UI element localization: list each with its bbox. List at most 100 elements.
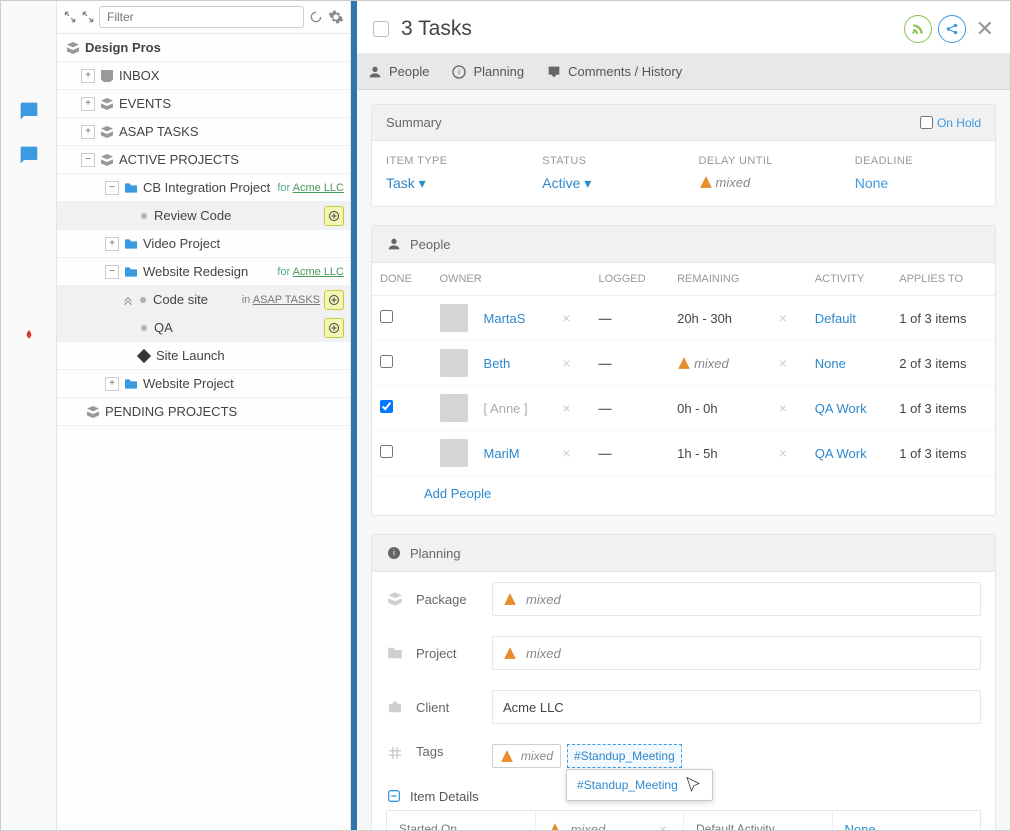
collapse-in-icon[interactable] bbox=[63, 10, 77, 24]
package-field[interactable]: mixed bbox=[492, 582, 981, 616]
client-link[interactable]: Acme LLC bbox=[293, 266, 344, 278]
remaining-value[interactable]: 0h - 0h bbox=[669, 386, 767, 431]
activity-value[interactable]: QA Work bbox=[807, 431, 891, 476]
tree-pending[interactable]: PENDING PROJECTS bbox=[57, 398, 350, 426]
owner-name[interactable]: MartaS bbox=[476, 296, 551, 341]
share-button[interactable] bbox=[938, 15, 966, 43]
remove-owner[interactable]: × bbox=[558, 400, 574, 416]
remaining-value[interactable]: 1h - 5h bbox=[669, 431, 767, 476]
expander[interactable]: − bbox=[105, 181, 119, 195]
owner-name[interactable]: Beth bbox=[476, 341, 551, 386]
rss-button[interactable] bbox=[904, 15, 932, 43]
expander[interactable]: − bbox=[81, 153, 95, 167]
gear-icon[interactable] bbox=[328, 9, 344, 25]
tree-review-code[interactable]: Review Code bbox=[57, 202, 350, 230]
applies-to-value: 2 of 3 items bbox=[891, 341, 995, 386]
tab-planning[interactable]: iPlanning bbox=[451, 64, 524, 80]
project-field[interactable]: mixed bbox=[492, 636, 981, 670]
remove-owner[interactable]: × bbox=[558, 355, 574, 371]
tag-mixed-chip[interactable]: mixed bbox=[492, 744, 561, 768]
remove-owner[interactable]: × bbox=[558, 445, 574, 461]
collapse-icon[interactable] bbox=[386, 788, 402, 804]
onhold-toggle[interactable]: On Hold bbox=[920, 116, 981, 130]
tree-website-project[interactable]: + Website Project bbox=[57, 370, 350, 398]
refresh-icon[interactable] bbox=[308, 9, 324, 25]
person-icon bbox=[386, 236, 402, 252]
people-row: [ Anne ]×—0h - 0h×QA Work1 of 3 items bbox=[372, 386, 995, 431]
applies-to-value: 1 of 3 items bbox=[891, 296, 995, 341]
tag-autocomplete-dropdown[interactable]: #Standup_Meeting bbox=[566, 769, 713, 801]
client-link[interactable]: Acme LLC bbox=[293, 182, 344, 194]
status-select[interactable]: Active ▾ bbox=[542, 175, 668, 192]
chat-icon-2[interactable] bbox=[19, 145, 39, 165]
deadline-value[interactable]: None bbox=[855, 175, 981, 191]
hash-icon bbox=[386, 744, 404, 762]
owner-name[interactable]: [ Anne ] bbox=[476, 386, 551, 431]
warning-icon bbox=[699, 175, 713, 189]
warning-icon bbox=[677, 356, 691, 370]
folder-icon bbox=[123, 236, 139, 252]
project-sidebar: Design Pros + INBOX + EVENTS + ASAP TASK… bbox=[57, 1, 351, 830]
summary-card: Summary On Hold ITEM TYPETask ▾ STATUSAc… bbox=[371, 104, 996, 207]
tree-active[interactable]: − ACTIVE PROJECTS bbox=[57, 146, 350, 174]
tree-video-project[interactable]: + Video Project bbox=[57, 230, 350, 258]
expander[interactable]: + bbox=[105, 237, 119, 251]
tab-bar: People iPlanning Comments / History bbox=[357, 54, 1010, 90]
folder-icon bbox=[386, 644, 404, 662]
tab-comments[interactable]: Comments / History bbox=[546, 64, 682, 80]
tag-input[interactable]: #Standup_Meeting #Standup_Meeting bbox=[567, 744, 682, 768]
done-checkbox[interactable] bbox=[380, 445, 393, 458]
tree-cb-project[interactable]: − CB Integration Project for Acme LLC bbox=[57, 174, 350, 202]
activity-value[interactable]: None bbox=[807, 341, 891, 386]
activity-value[interactable]: Default bbox=[807, 296, 891, 341]
remaining-value[interactable]: mixed bbox=[669, 341, 767, 386]
tree-asap[interactable]: + ASAP TASKS bbox=[57, 118, 350, 146]
clear-remaining[interactable]: × bbox=[775, 355, 791, 371]
clear-icon[interactable]: × bbox=[655, 821, 671, 830]
select-all-checkbox[interactable] bbox=[373, 21, 389, 37]
close-button[interactable]: ✕ bbox=[976, 16, 994, 42]
context-link[interactable]: ASAP TASKS bbox=[253, 294, 320, 306]
item-type-select[interactable]: Task ▾ bbox=[386, 175, 512, 192]
add-badge[interactable] bbox=[324, 318, 344, 338]
filter-input[interactable] bbox=[99, 6, 304, 28]
clear-remaining[interactable]: × bbox=[775, 400, 791, 416]
expander[interactable]: + bbox=[81, 97, 95, 111]
add-badge[interactable] bbox=[324, 206, 344, 226]
started-on-value[interactable]: mixed× bbox=[536, 811, 685, 830]
expand-out-icon[interactable] bbox=[81, 10, 95, 24]
tab-people[interactable]: People bbox=[367, 64, 429, 80]
default-activity-value[interactable]: None bbox=[833, 811, 981, 830]
avatar bbox=[440, 394, 468, 422]
chat-icon[interactable] bbox=[19, 101, 39, 121]
tree-root[interactable]: Design Pros bbox=[57, 34, 350, 62]
planning-card: iPlanning Package mixed Project mixed Cl… bbox=[371, 534, 996, 830]
tree-website-redesign[interactable]: − Website Redesign for Acme LLC bbox=[57, 258, 350, 286]
owner-name[interactable]: MariM bbox=[476, 431, 551, 476]
remove-owner[interactable]: × bbox=[558, 310, 574, 326]
tree-qa[interactable]: QA bbox=[57, 314, 350, 342]
expander[interactable]: + bbox=[81, 125, 95, 139]
done-checkbox[interactable] bbox=[380, 400, 393, 413]
expander[interactable]: − bbox=[105, 265, 119, 279]
expander[interactable]: + bbox=[81, 69, 95, 83]
clear-remaining[interactable]: × bbox=[775, 445, 791, 461]
tree-site-launch[interactable]: Site Launch bbox=[57, 342, 350, 370]
folder-icon bbox=[123, 376, 139, 392]
delay-value[interactable]: mixed bbox=[699, 175, 825, 190]
clear-remaining[interactable]: × bbox=[775, 310, 791, 326]
remaining-value[interactable]: 20h - 30h bbox=[669, 296, 767, 341]
bullet-icon bbox=[140, 297, 146, 303]
activity-value[interactable]: QA Work bbox=[807, 386, 891, 431]
add-badge[interactable] bbox=[324, 290, 344, 310]
tree-code-site[interactable]: Code site in ASAP TASKS bbox=[57, 286, 350, 314]
add-people-link[interactable]: Add People bbox=[372, 476, 995, 515]
client-field[interactable]: Acme LLC bbox=[492, 690, 981, 724]
tree-events[interactable]: + EVENTS bbox=[57, 90, 350, 118]
panel-header: 3 Tasks ✕ bbox=[357, 1, 1010, 54]
tree-inbox[interactable]: + INBOX bbox=[57, 62, 350, 90]
flame-icon[interactable] bbox=[22, 329, 36, 343]
done-checkbox[interactable] bbox=[380, 310, 393, 323]
done-checkbox[interactable] bbox=[380, 355, 393, 368]
expander[interactable]: + bbox=[105, 377, 119, 391]
